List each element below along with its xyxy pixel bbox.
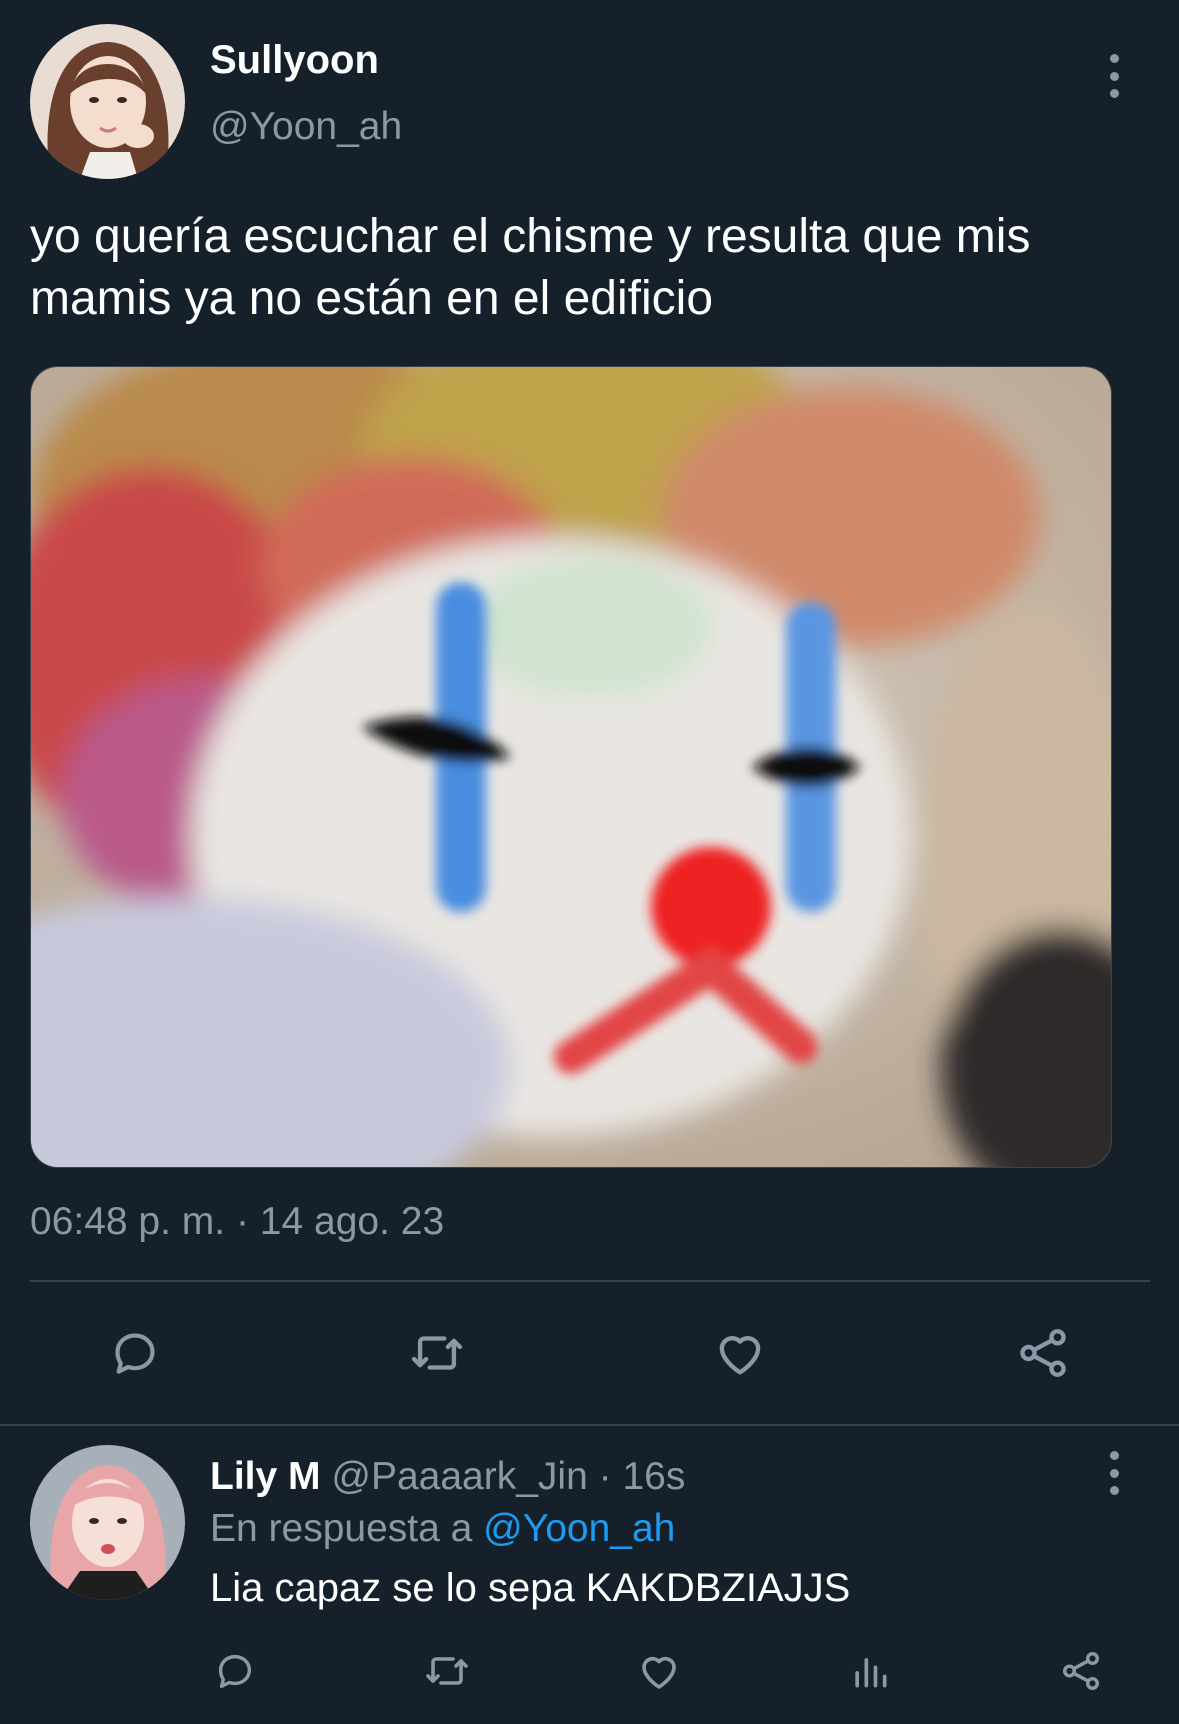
reply-reply-button[interactable] bbox=[210, 1646, 260, 1696]
divider bbox=[30, 1280, 1150, 1282]
reply-time-ago[interactable]: 16s bbox=[622, 1455, 685, 1498]
reply-more-options-icon[interactable] bbox=[1104, 1451, 1124, 1495]
share-icon bbox=[1020, 1329, 1066, 1377]
meta-separator: · bbox=[225, 1200, 260, 1243]
share-icon bbox=[1062, 1652, 1100, 1690]
reply-button[interactable] bbox=[100, 1320, 170, 1386]
author-avatar[interactable] bbox=[30, 24, 185, 179]
reply-share-button[interactable] bbox=[1056, 1646, 1106, 1696]
meta-separator: · bbox=[587, 1455, 623, 1498]
clown-cat-image bbox=[31, 367, 1111, 1167]
reply-icon bbox=[218, 1654, 252, 1689]
retweet-icon bbox=[426, 1657, 468, 1685]
reply-author-avatar[interactable] bbox=[30, 1445, 185, 1600]
reply-author-handle[interactable]: @Paaaark_Jin bbox=[331, 1455, 587, 1498]
analytics-icon bbox=[855, 1658, 887, 1688]
in-reply-to-mention[interactable]: @Yoon_ah bbox=[483, 1507, 675, 1550]
reply-author-name[interactable]: Lily M bbox=[210, 1455, 321, 1498]
like-icon bbox=[642, 1656, 676, 1689]
more-options-icon[interactable] bbox=[1104, 54, 1124, 98]
retweet-icon bbox=[411, 1336, 463, 1370]
reply-icon bbox=[115, 1333, 155, 1374]
tweet-media-image[interactable] bbox=[30, 366, 1112, 1168]
like-button[interactable] bbox=[705, 1320, 775, 1386]
tweet-date: 14 ago. 23 bbox=[259, 1200, 445, 1243]
reply-retweet-button[interactable] bbox=[422, 1646, 472, 1696]
share-button[interactable] bbox=[1008, 1320, 1078, 1386]
in-reply-to: En respuesta a @Yoon_ah bbox=[210, 1507, 675, 1551]
author-handle[interactable]: @Yoon_ah bbox=[210, 105, 402, 149]
author-name[interactable]: Sullyoon bbox=[210, 38, 379, 83]
like-icon bbox=[719, 1336, 761, 1375]
divider bbox=[0, 1424, 1179, 1426]
reply-header: Lily M @Paaaark_Jin · 16s bbox=[210, 1455, 685, 1499]
tweet-timestamp: 06:48 p. m. · 14 ago. 23 bbox=[30, 1200, 444, 1244]
reply-analytics-button[interactable] bbox=[845, 1646, 895, 1696]
retweet-button[interactable] bbox=[402, 1320, 472, 1386]
tweet-text: yo quería escuchar el chisme y resulta q… bbox=[30, 210, 1031, 325]
tweet-time: 06:48 p. m. bbox=[30, 1200, 226, 1243]
reply-text: Lia capaz se lo sepa KAKDBZIAJJS bbox=[210, 1566, 851, 1610]
reply-like-button[interactable] bbox=[634, 1646, 684, 1696]
in-reply-to-prefix: En respuesta a bbox=[210, 1507, 484, 1550]
